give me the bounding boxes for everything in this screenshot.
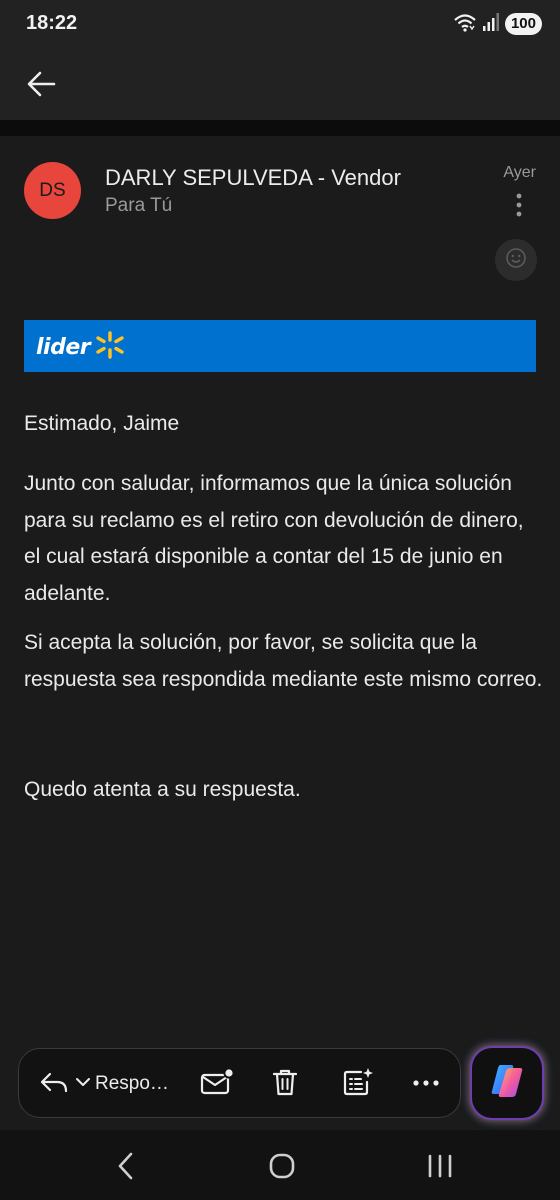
email-greeting: Estimado, Jaime <box>24 412 180 435</box>
copilot-button[interactable] <box>472 1048 542 1118</box>
lider-logo: lider <box>36 330 126 365</box>
more-horizontal-icon <box>412 1075 440 1093</box>
sender-name[interactable]: DARLY SEPULVEDA - Vendor <box>105 165 401 191</box>
wifi-icon <box>453 12 477 37</box>
reply-button[interactable]: Respo… <box>39 1049 169 1119</box>
email-date: Ayer <box>503 164 536 181</box>
smiley-icon <box>505 247 527 274</box>
reaction-button[interactable] <box>495 239 537 281</box>
signal-icon <box>482 12 499 36</box>
summarize-button[interactable] <box>341 1049 375 1119</box>
sender-avatar[interactable]: DS <box>24 162 81 219</box>
more-vertical-icon[interactable] <box>510 192 528 218</box>
back-arrow-icon[interactable] <box>22 64 62 104</box>
mark-unread-button[interactable] <box>199 1049 235 1119</box>
nav-home-icon[interactable] <box>264 1148 300 1184</box>
status-time: 18:22 <box>26 12 78 34</box>
brand-banner: lider <box>24 320 536 372</box>
chevron-down-icon[interactable] <box>75 1075 91 1093</box>
status-bar: 18:22 100 <box>0 0 560 50</box>
delete-button[interactable] <box>270 1049 300 1119</box>
reply-icon <box>39 1070 69 1099</box>
header-divider <box>0 120 560 136</box>
email-paragraph: Junto con saludar, informamos que la úni… <box>24 472 524 605</box>
nav-recents-icon[interactable] <box>422 1148 458 1184</box>
email-paragraph: Si acepta la solución, por favor, se sol… <box>24 631 543 691</box>
more-options-button[interactable] <box>412 1049 440 1119</box>
spark-icon <box>94 330 126 365</box>
reply-label: Respo… <box>95 1073 169 1094</box>
system-nav-bar <box>0 1130 560 1200</box>
recipient-line[interactable]: Para Tú <box>105 195 172 217</box>
nav-back-icon[interactable] <box>108 1148 144 1184</box>
email-screen: 18:22 100 DS DARLY SEPULVEDA - Vendor Pa… <box>0 0 560 1200</box>
email-action-toolbar: Respo… <box>18 1048 461 1118</box>
status-icons: 100 <box>453 12 542 36</box>
trash-icon <box>270 1067 300 1102</box>
app-bar <box>0 50 560 120</box>
brand-logo-text: lider <box>36 335 91 360</box>
summarize-icon <box>341 1067 375 1102</box>
email-closing: Quedo atenta a su respuesta. <box>24 778 301 801</box>
battery-icon: 100 <box>504 13 542 35</box>
copilot-icon <box>487 1061 527 1106</box>
mark-unread-icon <box>199 1066 235 1102</box>
